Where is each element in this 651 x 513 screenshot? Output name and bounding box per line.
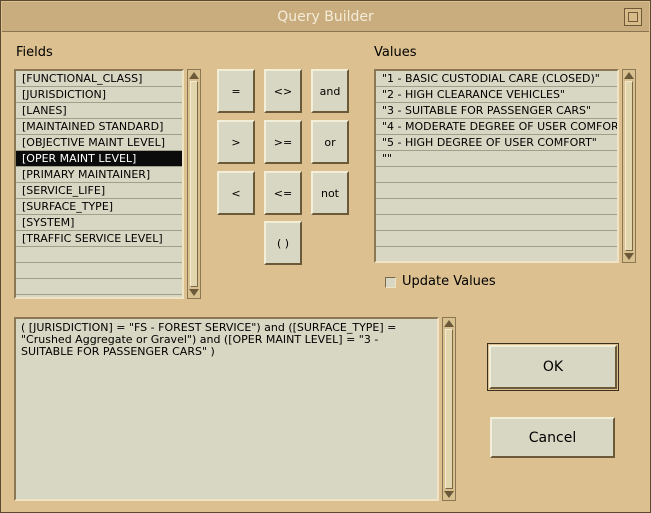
field-item-empty[interactable] [16, 247, 182, 263]
update-values-label[interactable]: Update Values [402, 274, 496, 289]
value-item[interactable]: "" [376, 151, 617, 167]
query-builder-window: Query Builder Fields [FUNCTIONAL_CLASS][… [0, 0, 651, 513]
not-equals-button[interactable]: <> [264, 69, 302, 113]
field-item-empty[interactable] [16, 279, 182, 295]
query-scroll-thumb[interactable] [445, 329, 453, 489]
field-item[interactable]: [LANES] [16, 103, 182, 119]
field-item-empty[interactable] [16, 263, 182, 279]
field-item[interactable]: [MAINTAINED STANDARD] [16, 119, 182, 135]
value-item[interactable]: "3 - SUITABLE FOR PASSENGER CARS" [376, 103, 617, 119]
field-item[interactable]: [TRAFFIC SERVICE LEVEL] [16, 231, 182, 247]
value-item[interactable]: "5 - HIGH DEGREE OF USER COMFORT" [376, 135, 617, 151]
value-item-empty[interactable] [376, 199, 617, 215]
maximize-icon[interactable] [624, 8, 642, 26]
field-item[interactable]: [FUNCTIONAL_CLASS] [16, 71, 182, 87]
field-item[interactable]: [JURISDICTION] [16, 87, 182, 103]
field-item[interactable]: [OPER MAINT LEVEL] [16, 151, 182, 167]
fields-list[interactable]: [FUNCTIONAL_CLASS] [JURISDICTION] [LANES][… [14, 69, 184, 299]
field-item[interactable]: [SERVICE_LIFE] [16, 183, 182, 199]
value-item-empty[interactable] [376, 231, 617, 247]
title-bar[interactable]: Query Builder [2, 2, 649, 32]
value-item[interactable]: "4 - MODERATE DEGREE OF USER COMFORT" [376, 119, 617, 135]
value-item-empty[interactable] [376, 247, 617, 261]
value-item[interactable]: "1 - BASIC CUSTODIAL CARE (CLOSED)" [376, 71, 617, 87]
cancel-button[interactable]: Cancel [490, 417, 615, 458]
field-item[interactable]: [SYSTEM] [16, 215, 182, 231]
fields-scroll-thumb[interactable] [190, 81, 198, 287]
update-values-checkbox[interactable] [385, 277, 396, 288]
fields-scrollbar[interactable] [187, 69, 201, 299]
window-title: Query Builder [277, 9, 374, 25]
ok-button[interactable]: OK [487, 343, 619, 391]
value-item[interactable]: "2 - HIGH CLEARANCE VEHICLES" [376, 87, 617, 103]
value-item-empty[interactable] [376, 183, 617, 199]
equals-button[interactable]: = [217, 69, 255, 113]
value-item-empty[interactable] [376, 167, 617, 183]
field-item[interactable]: [OBJECTIVE MAINT LEVEL] [16, 135, 182, 151]
and-button[interactable]: and [311, 69, 349, 113]
less-equal-button[interactable]: <= [264, 171, 302, 215]
field-item[interactable]: [PRIMARY MAINTAINER] [16, 167, 182, 183]
query-scrollbar[interactable] [442, 317, 456, 501]
field-item[interactable]: [SURFACE_TYPE] [16, 199, 182, 215]
not-button[interactable]: not [311, 171, 349, 215]
greater-equal-button[interactable]: >= [264, 120, 302, 164]
less-than-button[interactable]: < [217, 171, 255, 215]
values-label: Values [374, 45, 417, 60]
or-button[interactable]: or [311, 120, 349, 164]
query-expression-textarea[interactable]: ( [JURISDICTION] = "FS - FOREST SERVICE"… [14, 317, 439, 501]
fields-label: Fields [16, 45, 53, 60]
values-scrollbar[interactable] [622, 69, 636, 263]
values-list[interactable]: "1 - BASIC CUSTODIAL CARE (CLOSED)" "2 - … [374, 69, 619, 263]
values-scroll-thumb[interactable] [625, 81, 633, 251]
parentheses-button[interactable]: ( ) [264, 221, 302, 265]
greater-than-button[interactable]: > [217, 120, 255, 164]
value-item-empty[interactable] [376, 215, 617, 231]
